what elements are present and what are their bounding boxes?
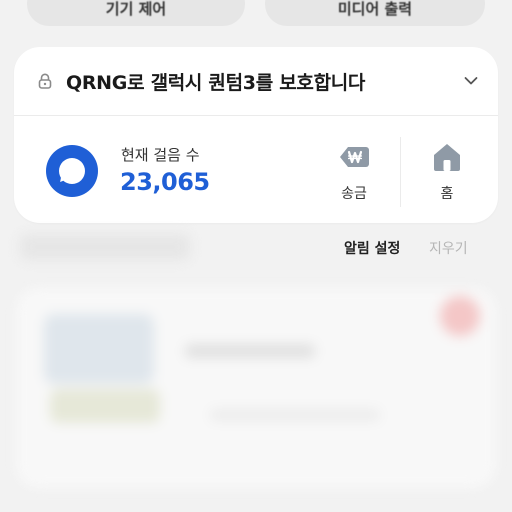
samsung-health-logo-icon (46, 145, 98, 197)
media-output-button[interactable]: 미디어 출력 (265, 0, 485, 26)
clear-button[interactable]: 지우기 (429, 238, 468, 258)
home-icon (429, 139, 465, 175)
send-money-label: 송금 (341, 186, 367, 202)
notification-settings-button[interactable]: 알림 설정 (344, 238, 400, 258)
chevron-down-icon[interactable] (464, 71, 478, 85)
send-money-button[interactable]: 송금 (324, 135, 384, 215)
qrng-notification-card[interactable]: QRNG로 갤럭시 퀀텀3를 보호합니다 현재 걸음 수 23,065 송금 홈 (14, 47, 498, 223)
blurred-background (0, 224, 512, 512)
action-divider (400, 137, 401, 207)
card-header[interactable]: QRNG로 갤럭시 퀀텀3를 보호합니다 (14, 47, 498, 115)
steps-label: 현재 걸음 수 (121, 146, 200, 164)
header-divider (14, 115, 498, 116)
lock-icon (38, 73, 52, 89)
media-output-label: 미디어 출력 (337, 0, 413, 18)
steps-value: 23,065 (120, 168, 210, 196)
device-control-label: 기기 제어 (105, 0, 167, 18)
device-control-button[interactable]: 기기 제어 (27, 0, 245, 26)
home-label: 홈 (440, 186, 454, 202)
won-send-icon (336, 139, 372, 175)
home-button[interactable]: 홈 (417, 135, 477, 215)
card-title: QRNG로 갤럭시 퀀텀3를 보호합니다 (66, 71, 366, 94)
